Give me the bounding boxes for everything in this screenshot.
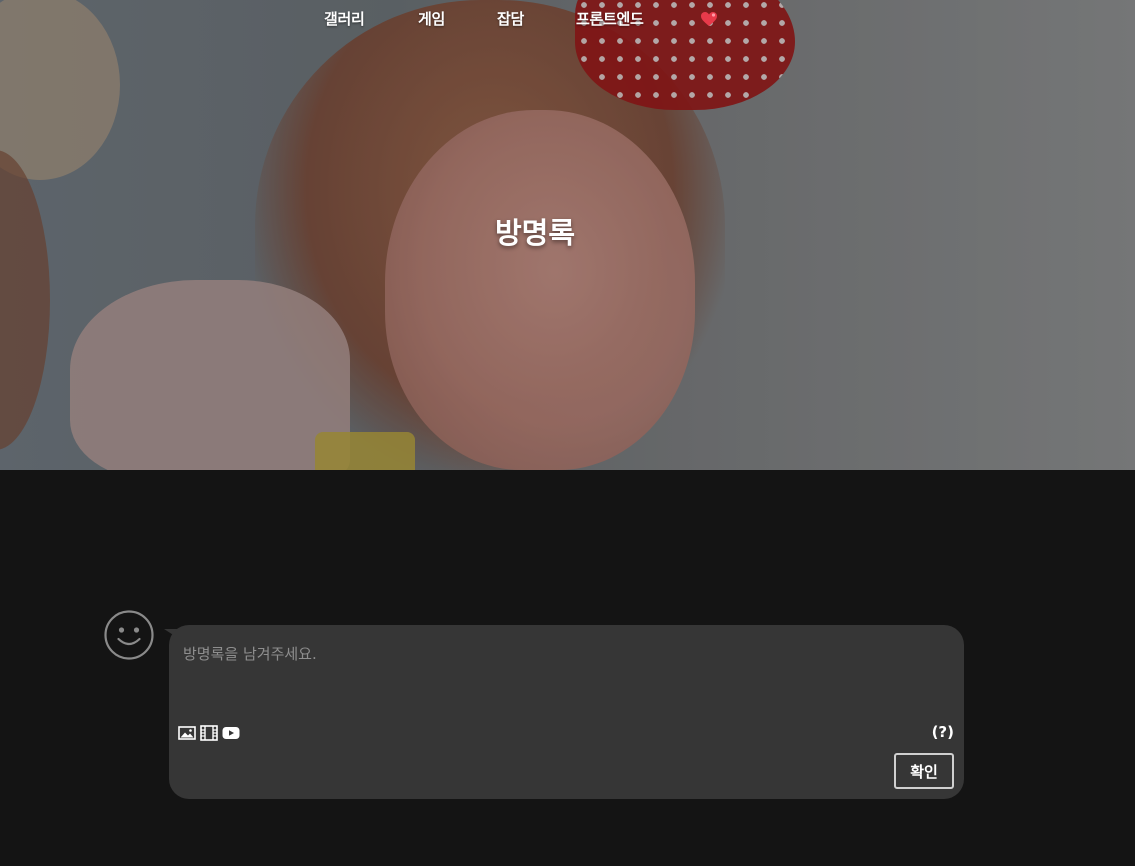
- nav-item-gallery[interactable]: 갤러리: [324, 8, 365, 29]
- youtube-icon[interactable]: [222, 724, 240, 742]
- page-title: 방명록: [494, 216, 576, 250]
- smiley-face-icon: [104, 610, 154, 660]
- help-link[interactable]: (?): [932, 723, 954, 741]
- nav-item-chat[interactable]: 잡담: [497, 8, 524, 29]
- heart-icon[interactable]: [700, 11, 718, 31]
- nav-item-game[interactable]: 게임: [418, 8, 445, 29]
- hero-banner: 갤러리 게임 잡담 프론트엔드 방명록: [0, 0, 1135, 470]
- video-icon[interactable]: [200, 724, 218, 742]
- guestbook-input[interactable]: [181, 641, 945, 715]
- guestbook-form: (?) 확인: [169, 625, 964, 799]
- nav-item-frontend[interactable]: 프론트엔드: [576, 8, 644, 29]
- confirm-button[interactable]: 확인: [894, 753, 954, 789]
- image-icon[interactable]: [178, 724, 196, 742]
- top-nav: 갤러리 게임 잡담 프론트엔드: [0, 8, 1135, 34]
